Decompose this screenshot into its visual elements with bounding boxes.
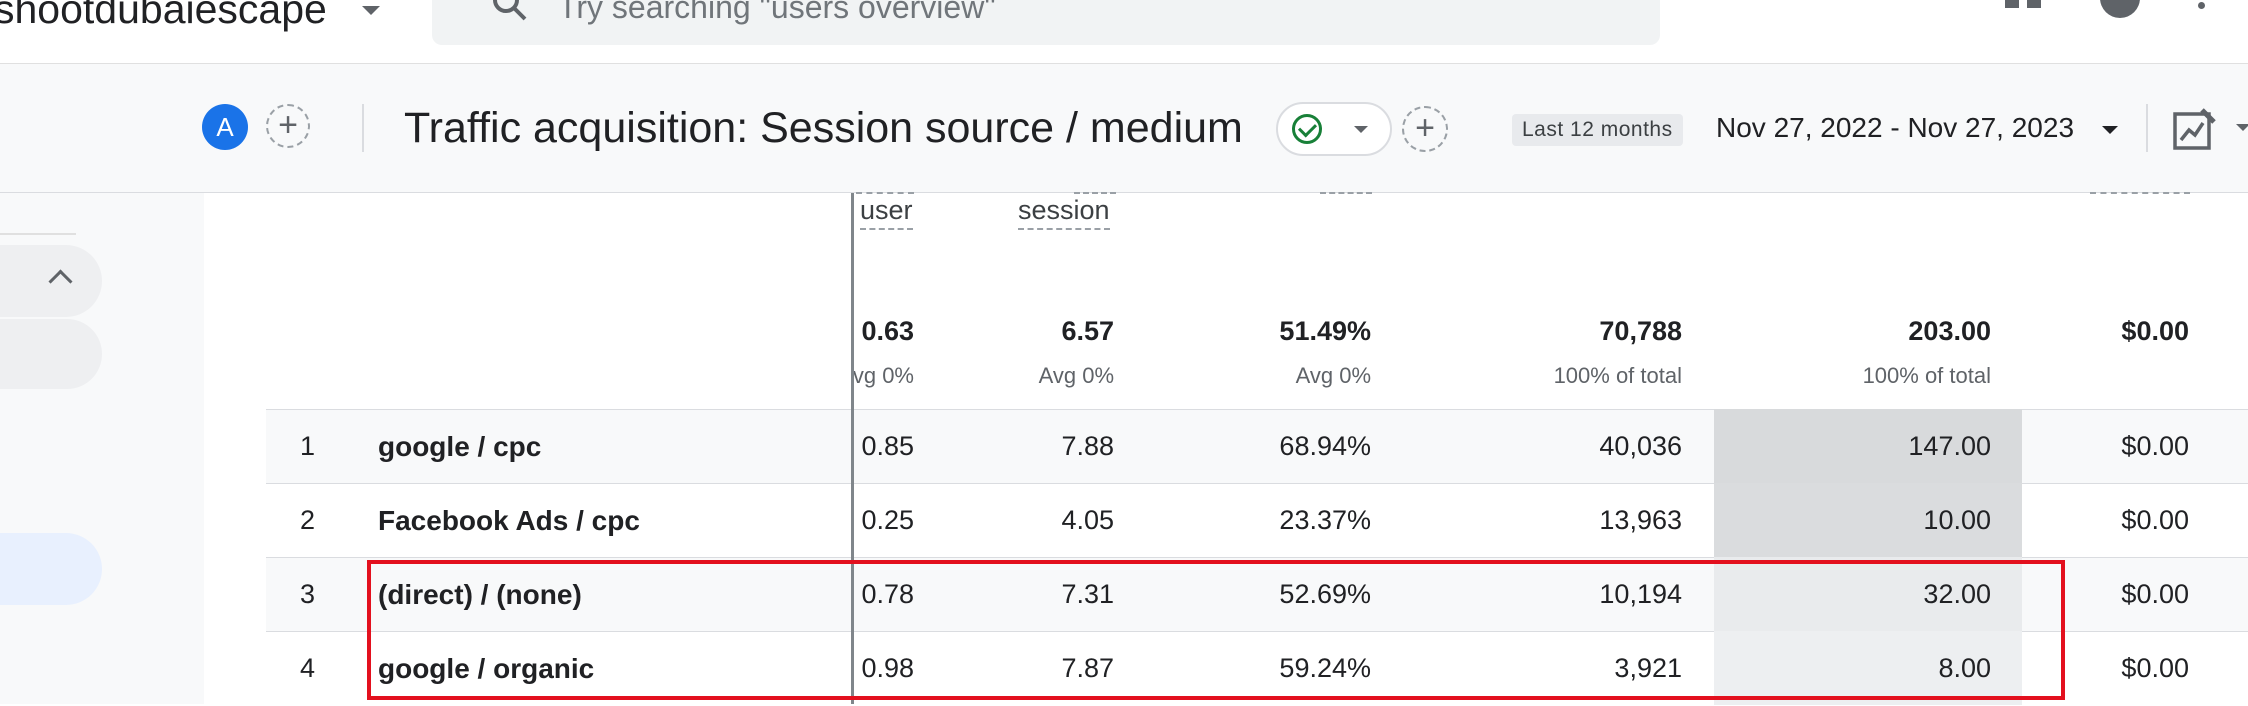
total-subtext: 100% of total <box>1862 363 1991 388</box>
header-dash <box>2090 192 2190 194</box>
account-dropdown-icon[interactable] <box>362 6 380 15</box>
total-value: $0.00 <box>2121 316 2189 346</box>
row-metric-value: 23.37% <box>1279 505 1371 535</box>
total-value: 70,788 <box>1599 316 1682 346</box>
check-circle-icon <box>1292 114 1322 144</box>
add-comparison-button[interactable]: + <box>266 104 310 148</box>
report-status-chip[interactable] <box>1276 102 1392 156</box>
row-rank: 1 <box>300 431 316 461</box>
sidebar-item[interactable] <box>0 319 102 389</box>
row-metric-value: 4.05 <box>1061 505 1114 535</box>
help-icon[interactable] <box>2100 0 2140 18</box>
account-selector-label[interactable]: shootdubaiescape <box>0 0 327 33</box>
search-input[interactable] <box>556 0 1460 27</box>
header-divider <box>362 104 364 152</box>
total-subtext: Avg 0% <box>1038 363 1114 388</box>
row-metric-value: $0.00 <box>2121 431 2189 461</box>
date-dropdown-icon[interactable] <box>2102 126 2118 134</box>
row-rank: 4 <box>300 653 316 683</box>
search-icon[interactable] <box>490 0 530 24</box>
date-range-picker[interactable]: Nov 27, 2022 - Nov 27, 2023 <box>1716 112 2074 144</box>
date-preset-chip[interactable]: Last 12 months <box>1512 114 1683 146</box>
comparison-avatar[interactable]: A <box>202 104 248 150</box>
highlight-annotation <box>367 560 2065 700</box>
row-dimension-value[interactable]: google / cpc <box>378 431 541 463</box>
sidebar-divider <box>0 233 76 235</box>
row-metric-value: $0.00 <box>2121 505 2189 535</box>
left-navigation <box>0 193 204 704</box>
total-subtext: Avg 0% <box>1295 363 1371 388</box>
row-rank: 2 <box>300 505 316 535</box>
more-options-icon[interactable] <box>2198 0 2205 14</box>
row-metric-value: 7.88 <box>1061 431 1114 461</box>
page-title: Traffic acquisition: Session source / me… <box>404 104 1243 152</box>
chevron-down-icon <box>1354 126 1368 133</box>
add-filter-button[interactable]: + <box>1402 106 1448 152</box>
row-dimension-value[interactable]: Facebook Ads / cpc <box>378 505 640 537</box>
chevron-up-icon <box>48 269 73 294</box>
total-subtext: 100% of total <box>1553 363 1682 388</box>
apps-grid-icon[interactable] <box>2005 0 2045 24</box>
total-value: 51.49% <box>1279 316 1371 346</box>
customize-report-icon[interactable] <box>2172 108 2216 152</box>
sidebar-section-toggle[interactable] <box>0 245 102 317</box>
sidebar-item-active[interactable] <box>0 533 102 605</box>
total-value: 6.57 <box>1061 316 1114 346</box>
header-dash <box>1320 192 1372 194</box>
column-header-metric[interactable]: session <box>1018 194 1110 230</box>
top-app-bar: shootdubaiescape <box>0 0 2248 64</box>
header-divider-right <box>2146 104 2148 152</box>
report-header: A + Traffic acquisition: Session source … <box>0 64 2248 193</box>
chevron-down-icon[interactable] <box>2236 124 2248 131</box>
row-rank: 3 <box>300 579 316 609</box>
column-header-metric[interactable]: user <box>860 194 913 230</box>
row-metric-value: 13,963 <box>1599 505 1682 535</box>
row-metric-value: 68.94% <box>1279 431 1371 461</box>
row-metric-value: 40,036 <box>1599 431 1682 461</box>
search-bar[interactable] <box>432 0 1660 45</box>
